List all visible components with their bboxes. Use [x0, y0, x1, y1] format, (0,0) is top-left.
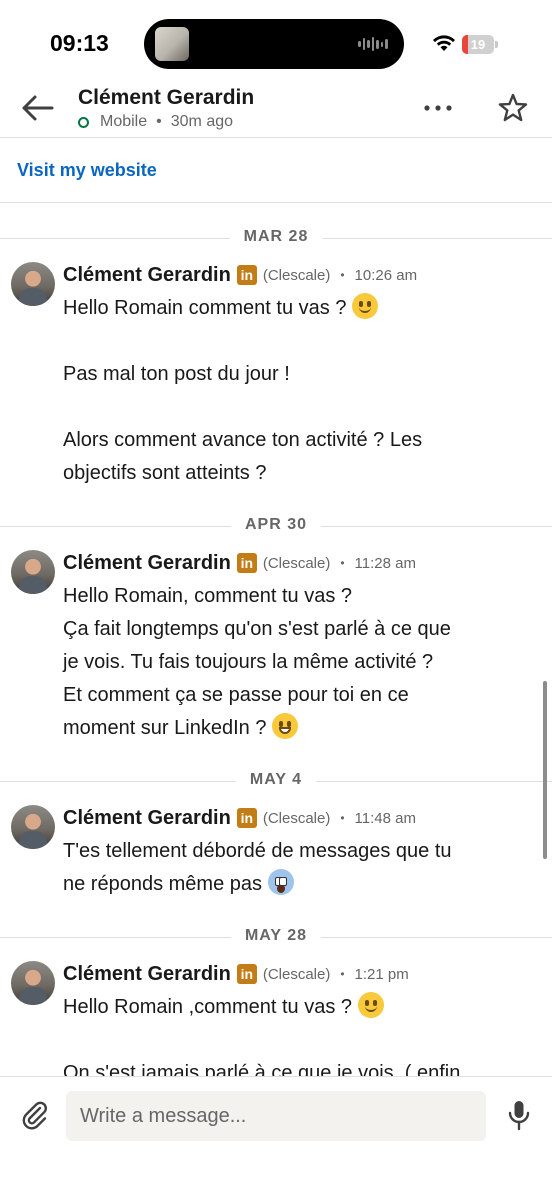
slightly-smiling-face-icon	[357, 992, 384, 1018]
sender-company: (Clescale)	[262, 266, 331, 284]
linkedin-premium-icon: in	[236, 808, 257, 828]
sender-name[interactable]: Clément Gerardin	[63, 552, 231, 575]
date-label: MAY 4	[235, 771, 317, 789]
battery-indicator: 19	[462, 35, 498, 54]
linkedin-premium-icon: in	[236, 265, 257, 285]
presence-device: Mobile	[100, 113, 148, 130]
message-body: Hello Romain comment tu vas ? Pas mal to…	[63, 292, 523, 490]
contact-name[interactable]: Clément Gerardin	[78, 86, 254, 110]
avatar[interactable]	[11, 262, 55, 306]
microphone-icon[interactable]	[506, 1099, 532, 1131]
conversation-header: Clément Gerardin Mobile • 30m ago	[0, 80, 552, 138]
message-header: Clément Gerardin in (Clescale) • 11:28 a…	[63, 551, 416, 575]
presence-status: Mobile • 30m ago	[78, 113, 233, 131]
visit-website-link[interactable]: Visit my website	[17, 160, 157, 181]
sender-company: (Clescale)	[262, 809, 331, 827]
message-list[interactable]: MAR 28 Clément Gerardin in (Clescale) • …	[0, 204, 552, 1076]
avatar[interactable]	[11, 550, 55, 594]
date-label: APR 30	[230, 516, 322, 534]
paperclip-icon[interactable]	[18, 1099, 50, 1131]
date-separator: MAY 4	[0, 771, 552, 791]
date-label: MAY 28	[230, 927, 322, 945]
status-time: 09:13	[50, 30, 109, 56]
message-body: Hello Romain ,comment tu vas ? On s'est …	[63, 991, 523, 1076]
sender-company: (Clescale)	[262, 554, 331, 572]
slightly-smiling-face-icon	[352, 293, 379, 319]
sender-name[interactable]: Clément Gerardin	[63, 807, 231, 830]
more-horizontal-icon[interactable]	[420, 98, 456, 118]
arrow-left-icon[interactable]	[20, 92, 56, 124]
battery-level: 19	[470, 37, 486, 52]
message-input[interactable]	[66, 1091, 486, 1141]
avatar[interactable]	[11, 805, 55, 849]
date-label: MAR 28	[229, 228, 323, 246]
message-time: 1:21 pm	[354, 965, 409, 983]
dynamic-island[interactable]	[144, 19, 404, 69]
message-time: 11:28 am	[354, 554, 416, 572]
presence-separator: •	[156, 113, 162, 130]
status-bar: 09:13 19	[0, 0, 552, 88]
message-header: Clément Gerardin in (Clescale) • 1:21 pm	[63, 962, 409, 986]
online-status-icon	[78, 116, 89, 128]
message-composer	[0, 1076, 552, 1200]
avatar[interactable]	[11, 961, 55, 1005]
sender-name[interactable]: Clément Gerardin	[63, 963, 231, 986]
message-body: Hello Romain, comment tu vas ? Ça fait l…	[63, 585, 451, 739]
message-time: 11:48 am	[354, 809, 416, 827]
star-outline-icon[interactable]	[497, 92, 529, 124]
now-playing-artwork	[155, 27, 189, 61]
message-body: T'es tellement débordé de messages que t…	[63, 840, 452, 895]
profile-link-row: Visit my website	[0, 139, 552, 203]
linkedin-premium-icon: in	[236, 553, 257, 573]
date-separator: MAR 28	[0, 228, 552, 248]
date-separator: MAY 28	[0, 927, 552, 947]
face-screaming-in-fear-icon	[267, 869, 294, 895]
grinning-face-icon	[272, 713, 298, 739]
sender-company: (Clescale)	[262, 965, 331, 983]
audio-waveform-icon	[358, 37, 389, 51]
date-separator: APR 30	[0, 516, 552, 536]
wifi-icon	[433, 35, 455, 51]
message-header: Clément Gerardin in (Clescale) • 11:48 a…	[63, 806, 416, 830]
scrollbar[interactable]	[543, 681, 547, 859]
message-time: 10:26 am	[354, 266, 418, 284]
sender-name[interactable]: Clément Gerardin	[63, 264, 231, 287]
message-header: Clément Gerardin in (Clescale) • 10:26 a…	[63, 263, 418, 287]
last-seen: 30m ago	[170, 113, 234, 130]
linkedin-premium-icon: in	[236, 964, 257, 984]
